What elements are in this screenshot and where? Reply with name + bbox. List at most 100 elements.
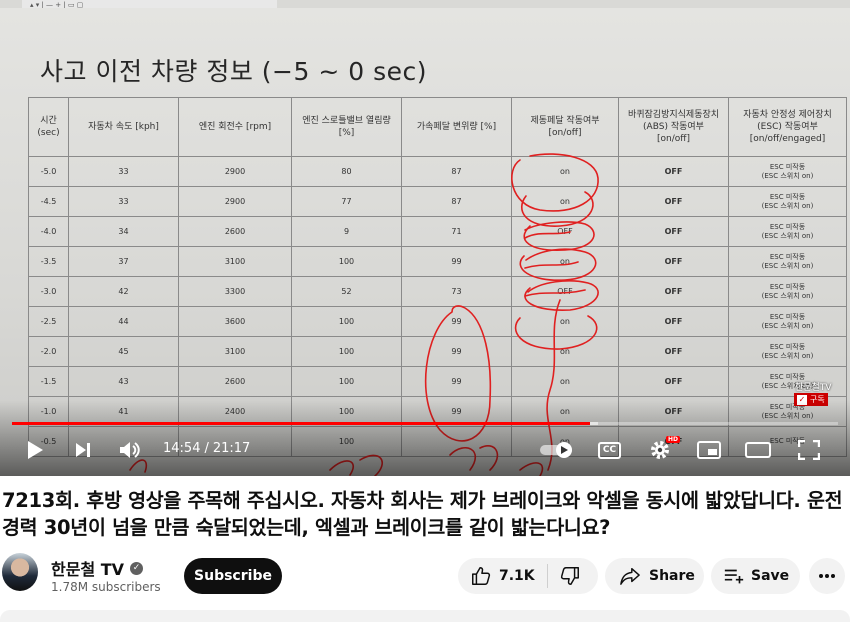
table-cell: 45 <box>68 336 179 367</box>
autoplay-toggle[interactable] <box>538 436 578 464</box>
table-cell: -4.5 <box>28 186 69 217</box>
table-cell: on <box>511 306 619 337</box>
progress-bar[interactable] <box>12 422 838 425</box>
table-cell: 34 <box>68 216 179 247</box>
table-row: -3.0 42 3300 52 73 OFF OFF ESC 미작동 (ESC 스위치 on) <box>28 276 847 307</box>
table-cell: OFF <box>511 276 619 307</box>
save-button[interactable]: Save <box>711 558 800 594</box>
table-cell: -1.5 <box>28 366 69 397</box>
next-icon <box>76 443 90 457</box>
table-header-cell: 시간 (sec) <box>28 97 69 157</box>
table-cell: ESC 미작동 (ESC 스위치 on) <box>728 156 847 187</box>
table-cell: on <box>511 156 619 187</box>
table-cell: OFF <box>511 216 619 247</box>
table-cell: 3300 <box>178 276 292 307</box>
share-icon <box>620 568 640 585</box>
table-cell: 43 <box>68 366 179 397</box>
video-title: 7213회. 후방 영상을 주목해 주십시오. 자동차 회사는 제가 브레이크와… <box>2 489 843 539</box>
table-cell: 3600 <box>178 306 292 337</box>
table-cell: OFF <box>618 216 729 247</box>
table-cell: 42 <box>68 276 179 307</box>
progress-played <box>12 422 591 425</box>
table-cell: 2600 <box>178 366 292 397</box>
table-header-cell: 자동차 안정성 제어장치 (ESC) 작동여부 [on/off/engaged] <box>728 97 847 157</box>
table-row: -4.0 34 2600 9 71 OFF OFF ESC 미작동 (ESC 스위치 on) <box>28 216 847 247</box>
table-header-cell: 제동페달 작동여부 [on/off] <box>511 97 619 157</box>
verified-icon: ✓ <box>130 561 144 575</box>
table-cell: on <box>511 336 619 367</box>
table-row: -4.5 33 2900 77 87 on OFF ESC 미작동 (ESC 스위치 on) <box>28 186 847 217</box>
table-cell: -5.0 <box>28 156 69 187</box>
duration: 21:17 <box>212 441 251 456</box>
table-cell: OFF <box>618 366 729 397</box>
table-cell: 33 <box>68 156 179 187</box>
table-row: -5.0 33 2900 80 87 on OFF ESC 미작동 (ESC 스위치 on) <box>28 156 847 187</box>
table-cell: 73 <box>401 276 512 307</box>
table-cell: ESC 미작동 (ESC 스위치 on) <box>728 276 847 307</box>
subscribe-button[interactable]: Subscribe <box>184 558 282 594</box>
table-row: -2.0 45 3100 100 99 on OFF ESC 미작동 (ESC 스위치 on) <box>28 336 847 367</box>
save-label: Save <box>751 568 790 584</box>
channel-watermark: 한문철TV <box>795 383 832 393</box>
table-cell: 44 <box>68 306 179 337</box>
play-icon <box>28 441 43 459</box>
table-cell: ESC 미작동 (ESC 스위치 on) <box>728 246 847 277</box>
fullscreen-button[interactable] <box>796 436 822 464</box>
table-row: -3.5 37 3100 100 99 on OFF ESC 미작동 (ESC 스위치 on) <box>28 246 847 277</box>
fullscreen-icon <box>798 440 820 460</box>
like-count: 7.1K <box>499 568 535 584</box>
table-cell: 9 <box>291 216 402 247</box>
channel-avatar[interactable] <box>2 553 38 591</box>
channel-name-link[interactable]: 한문철 TV ✓ <box>51 556 144 580</box>
table-cell: 100 <box>291 336 402 367</box>
current-time: 14:54 <box>163 441 201 456</box>
table-row: -2.5 44 3600 100 99 on OFF ESC 미작동 (ESC 스위치 on) <box>28 306 847 337</box>
save-icon <box>724 569 744 584</box>
time-separator: / <box>204 441 209 456</box>
table-cell: -4.0 <box>28 216 69 247</box>
play-button[interactable] <box>24 436 46 464</box>
table-header-cell: 가속페달 변위량 [%] <box>401 97 512 157</box>
table-cell: 100 <box>291 306 402 337</box>
table-cell: 99 <box>401 246 512 277</box>
table-cell: 2900 <box>178 156 292 187</box>
table-cell: OFF <box>618 336 729 367</box>
table-cell: on <box>511 246 619 277</box>
table-cell: 37 <box>68 246 179 277</box>
next-button[interactable] <box>71 436 95 464</box>
subtitles-button[interactable]: CC <box>598 442 621 459</box>
like-button[interactable]: 7.1K <box>458 558 547 594</box>
table-header-cell: 바퀴잠김방지식제동장치 (ABS) 작동여부 [on/off] <box>618 97 729 157</box>
table-cell: OFF <box>618 186 729 217</box>
description-box[interactable] <box>0 610 850 622</box>
theater-icon <box>745 442 771 458</box>
table-cell: OFF <box>618 276 729 307</box>
table-cell: 2600 <box>178 216 292 247</box>
dislike-icon <box>560 567 579 585</box>
table-cell: 77 <box>291 186 402 217</box>
autoplay-icon <box>540 442 572 458</box>
table-cell: on <box>511 186 619 217</box>
table-cell: OFF <box>618 156 729 187</box>
cc-icon: CC <box>602 445 617 455</box>
table-cell: ESC 미작동 (ESC 스위치 on) <box>728 336 847 367</box>
volume-icon <box>120 442 140 458</box>
table-cell: 99 <box>401 366 512 397</box>
video-player[interactable]: ▴ ▾ | — + | ▭ ▢ 사고 이전 차량 정보 (−5 ~ 0 sec)… <box>0 0 850 476</box>
share-button[interactable]: Share <box>605 558 704 594</box>
table-cell: 99 <box>401 306 512 337</box>
mute-button[interactable] <box>117 436 143 464</box>
dislike-button[interactable] <box>548 558 592 594</box>
table-header-row: 시간 (sec) 자동차 속도 [kph] 엔진 회전수 [rpm] 엔진 스로틀밸브… <box>28 97 847 157</box>
channel-name: 한문철 TV <box>51 560 125 579</box>
like-dislike-group: 7.1K <box>458 558 598 594</box>
more-actions-button[interactable] <box>809 558 845 594</box>
table-cell: OFF <box>618 306 729 337</box>
table-cell: ESC 미작동 (ESC 스위치 on) <box>728 216 847 247</box>
subscriber-count: 1.78M subscribers <box>51 580 161 594</box>
miniplayer-button[interactable] <box>696 436 722 464</box>
theater-mode-button[interactable] <box>744 436 772 464</box>
table-cell: ESC 미작동 (ESC 스위치 on) <box>728 306 847 337</box>
more-icon <box>819 574 835 578</box>
table-cell: OFF <box>618 246 729 277</box>
